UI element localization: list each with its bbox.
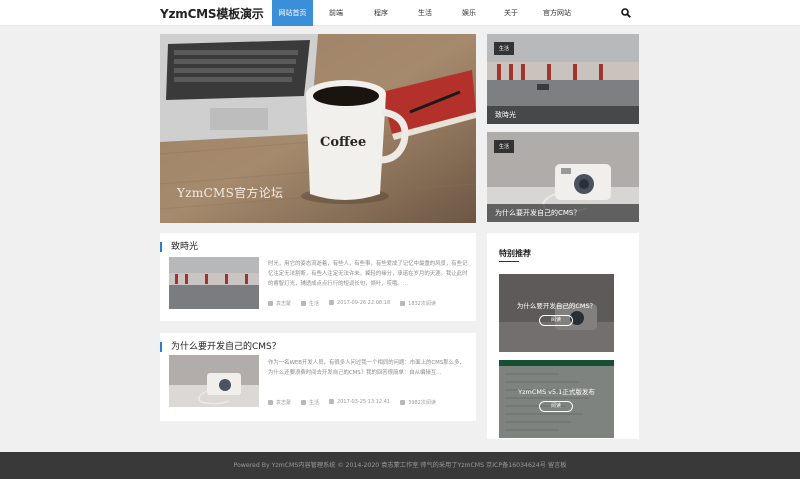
side-card-2-tag[interactable]: 生活 <box>494 140 515 153</box>
recommend-item-1[interactable]: 为什么要开发自己的CMS？ 阅读 <box>499 274 614 352</box>
side-card-2-title[interactable]: 为什么要开发自己的CMS？ <box>487 204 639 222</box>
site-logo[interactable]: YzmCMS模板演示 <box>160 5 264 22</box>
nav-item-official-site[interactable]: 官方网站 <box>531 0 583 26</box>
side-card-1-title[interactable]: 致時光 <box>487 106 639 124</box>
mug-text: Coffee <box>320 135 366 150</box>
recommend-item-2-title[interactable]: YzmCMS v5.1正式版发布 <box>499 386 614 396</box>
article-views: 1832次阅读 <box>408 301 436 307</box>
category-meta: 生活 <box>301 300 319 307</box>
date-meta: 2017-03-25 13:12:41 <box>329 399 390 406</box>
date-meta: 2017-09-26 22:08:18 <box>329 300 390 307</box>
article-excerpt-1: 时光，用它的姿态流逝着，有些人，有些事，有些爱成了记忆中最重的风景，有些记忆注定… <box>268 261 468 287</box>
eye-icon <box>400 301 406 306</box>
article-thumb-2-image <box>169 355 259 407</box>
article-author: 袁志蒙 <box>276 301 292 307</box>
article-author: 袁志蒙 <box>276 400 292 406</box>
slider-caption: YzmCMS官方论坛 <box>177 186 284 200</box>
article-thumb-1-image <box>169 257 259 309</box>
recommend-title: 特别推荐 <box>499 249 531 258</box>
footer-text: Powered By YzmCMS内容管理系统 © 2014-2020 袁志蒙工… <box>233 462 567 469</box>
article-date: 2017-03-25 13:12:41 <box>337 399 391 405</box>
category-meta: 生活 <box>301 399 319 406</box>
article-thumb-2[interactable] <box>169 355 259 407</box>
nav-item-entertainment[interactable]: 娱乐 <box>447 0 491 26</box>
article-category[interactable]: 生活 <box>309 301 319 307</box>
clock-icon <box>329 399 335 404</box>
eye-icon <box>400 400 406 405</box>
author-meta: 袁志蒙 <box>268 300 291 307</box>
user-icon <box>268 400 273 405</box>
article-meta-2: 袁志蒙 生活 2017-03-25 13:12:41 3982次阅读 <box>268 399 436 406</box>
article-views: 3982次阅读 <box>408 400 436 406</box>
side-card-1-tag[interactable]: 生活 <box>494 42 515 55</box>
user-icon <box>268 301 273 306</box>
article-meta-1: 袁志蒙 生活 2017-09-26 22:08:18 1832次阅读 <box>268 300 436 307</box>
views-meta: 1832次阅读 <box>400 300 436 307</box>
recommend-item-1-overlay <box>499 274 614 352</box>
main-nav: 网站首页 前端 程序 生活 娱乐 关于 官方网站 <box>272 0 583 26</box>
nav-item-about[interactable]: 关于 <box>491 0 531 26</box>
site-header: YzmCMS模板演示 网站首页 前端 程序 生活 娱乐 关于 官方网站 <box>0 0 800 26</box>
folder-icon <box>301 400 307 405</box>
recommend-title-underline <box>499 261 519 262</box>
article-title-2[interactable]: 为什么要开发自己的CMS？ <box>160 342 281 352</box>
nav-item-program[interactable]: 程序 <box>359 0 403 26</box>
article-card-2: 为什么要开发自己的CMS？ 作为一名WEB开发人员，有很多人问过我一个相同的问题… <box>160 333 476 421</box>
site-footer: Powered By YzmCMS内容管理系统 © 2014-2020 袁志蒙工… <box>0 452 800 479</box>
article-excerpt-2: 作为一名WEB开发人员，有很多人问过我一个相同的问题：市面上的CMS那么多，为什… <box>268 360 465 376</box>
recommend-item-2[interactable]: YzmCMS v5.1正式版发布 阅读 <box>499 360 614 438</box>
article-category[interactable]: 生活 <box>309 400 319 406</box>
recommend-item-1-read-button[interactable]: 阅读 <box>539 315 573 326</box>
nav-item-life[interactable]: 生活 <box>403 0 447 26</box>
author-meta: 袁志蒙 <box>268 399 291 406</box>
recommend-panel: 特别推荐 为什么要开发自己的CMS？ 阅读 YzmCMS v5.1正式版发布 阅… <box>487 233 639 439</box>
article-card-1: 致時光 时光，用它的姿态流逝着，有些人，有些事，有些爱成了记忆中最重的风景，有些… <box>160 233 476 321</box>
article-title-1[interactable]: 致時光 <box>160 242 198 252</box>
recommend-item-2-overlay <box>499 360 614 438</box>
article-thumb-1[interactable] <box>169 257 259 309</box>
side-card-1[interactable]: 生活 致時光 <box>487 34 639 124</box>
nav-item-frontend[interactable]: 前端 <box>313 0 359 26</box>
nav-item-home[interactable]: 网站首页 <box>272 0 313 26</box>
search-icon[interactable] <box>621 8 631 18</box>
folder-icon <box>301 301 307 306</box>
recommend-item-1-title[interactable]: 为什么要开发自己的CMS？ <box>499 300 614 310</box>
views-meta: 3982次阅读 <box>400 399 436 406</box>
hero-slider[interactable]: Coffee YzmCMS官方论坛 <box>160 34 476 223</box>
clock-icon <box>329 300 335 305</box>
article-date: 2017-09-26 22:08:18 <box>337 300 391 306</box>
recommend-item-2-read-button[interactable]: 阅读 <box>539 401 573 412</box>
side-card-2[interactable]: 生活 为什么要开发自己的CMS？ <box>487 132 639 222</box>
